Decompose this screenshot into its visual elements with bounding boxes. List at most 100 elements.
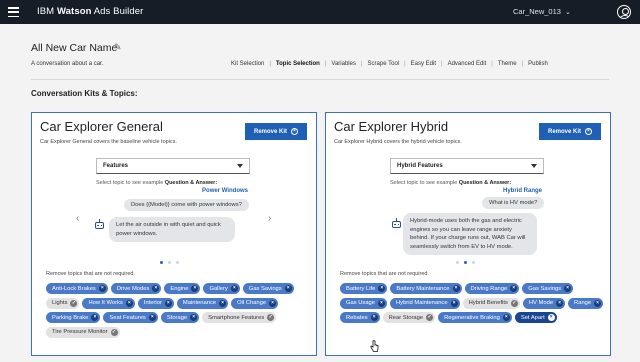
topic-chip[interactable]: Rear Storage ✓: [382, 312, 436, 323]
topic-chip-label: Gas Savings: [528, 285, 562, 292]
topic-chip[interactable]: Battery Life ×: [340, 283, 388, 294]
topic-chip[interactable]: Gallery ×: [203, 283, 240, 294]
hamburger-icon[interactable]: [8, 7, 19, 17]
topic-category-dropdown[interactable]: Features: [96, 158, 250, 174]
nav-variables[interactable]: Variables: [331, 61, 356, 67]
remove-topic-icon[interactable]: ×: [502, 314, 510, 321]
chevron-left-icon[interactable]: ‹: [76, 213, 79, 224]
topic-chip[interactable]: Gas Savings ×: [522, 283, 574, 294]
topic-chip[interactable]: Seat Features ×: [103, 312, 158, 323]
nav-publish[interactable]: Publish: [528, 61, 548, 67]
hand-cursor-icon: [370, 340, 379, 352]
topic-chip[interactable]: HV Mode ×: [522, 297, 566, 309]
checkmark-icon[interactable]: ✓: [426, 314, 434, 321]
topic-chip[interactable]: Storage ×: [160, 312, 200, 323]
remove-topic-icon[interactable]: ×: [556, 299, 564, 307]
remove-topic-icon[interactable]: ×: [164, 299, 172, 307]
topic-chip[interactable]: Maintenance ×: [176, 297, 229, 309]
bot-icon: [95, 219, 104, 229]
checkmark-icon[interactable]: ✓: [510, 299, 518, 307]
remove-topic-icon[interactable]: ×: [547, 314, 555, 321]
remove-topic-icon[interactable]: ×: [91, 314, 99, 321]
page-dot[interactable]: [160, 261, 163, 264]
topic-chip[interactable]: Hybrid Benefits ✓: [462, 297, 520, 309]
topic-chip[interactable]: Range ×: [568, 297, 604, 309]
topic-chips: Battery Life × Battery Maintenance × Driving…: [340, 283, 608, 323]
topic-chip[interactable]: Drive Modes ×: [110, 283, 162, 294]
remove-topic-icon[interactable]: ×: [190, 314, 198, 321]
topic-chip[interactable]: Regenerative Braking ×: [438, 312, 512, 323]
dropdown-value: Features: [103, 163, 129, 169]
checkmark-icon[interactable]: ✓: [70, 299, 78, 307]
remove-topic-icon[interactable]: ×: [191, 285, 199, 292]
remove-topic-icon[interactable]: ×: [594, 299, 602, 307]
remove-topic-icon[interactable]: ×: [148, 314, 156, 321]
kit-panel-hybrid: Car Explorer Hybrid Car Explorer Hybrid …: [325, 112, 611, 356]
topic-chip-label: Gallery: [209, 285, 228, 292]
nav-theme[interactable]: Theme: [498, 61, 517, 67]
wizard-nav: Kit Selection | Topic Selection | Variable…: [231, 61, 548, 67]
example-prompt: Select topic to see example Question & A…: [96, 180, 217, 186]
remove-kit-button[interactable]: Remove Kit ×: [245, 123, 307, 140]
topic-chip[interactable]: Set Apart ×: [514, 312, 557, 323]
topic-chip[interactable]: Hybrid Maintenance ×: [390, 297, 460, 309]
topic-chip[interactable]: Battery Maintenance ×: [390, 283, 462, 294]
topic-chip[interactable]: Anti-Lock Brakes ×: [46, 283, 108, 294]
topic-chip-label: Gas Usage: [346, 300, 375, 306]
remove-topic-icon[interactable]: ×: [152, 285, 160, 292]
brand-suffix: Ads Builder: [93, 6, 144, 17]
topic-category-dropdown[interactable]: Hybrid Features: [390, 158, 544, 174]
prompt-bold: Question & Answer:: [458, 180, 512, 186]
nav-separator: |: [404, 61, 406, 67]
nav-easy-edit[interactable]: Easy Edit: [411, 61, 436, 67]
chevron-right-icon[interactable]: ›: [268, 213, 271, 224]
remove-topic-icon[interactable]: ×: [378, 285, 386, 292]
checkmark-icon[interactable]: ✓: [267, 314, 275, 321]
remove-topic-icon[interactable]: ×: [450, 299, 458, 307]
topic-chip-label: HV Mode: [528, 300, 554, 306]
remove-topic-icon[interactable]: ×: [125, 299, 133, 307]
page-dot[interactable]: [472, 261, 475, 264]
page-dot[interactable]: [456, 261, 459, 264]
nav-advanced-edit[interactable]: Advanced Edit: [448, 61, 487, 67]
pencil-edit-icon[interactable]: ✎: [114, 42, 122, 53]
topic-chip[interactable]: How It Works ×: [82, 297, 135, 309]
topic-chip[interactable]: Gas Usage ×: [340, 297, 387, 309]
topic-chip-label: Hybrid Maintenance: [396, 300, 448, 306]
page-dot[interactable]: [168, 261, 171, 264]
page-dot[interactable]: [176, 261, 179, 264]
topic-chip-label: Interior: [143, 300, 162, 306]
remove-topic-icon[interactable]: ×: [510, 285, 518, 292]
user-avatar-icon[interactable]: [617, 5, 631, 19]
app-brand: IBM Watson Ads Builder: [37, 6, 143, 17]
remove-topic-icon[interactable]: ×: [370, 314, 378, 321]
checkmark-icon[interactable]: ✓: [110, 328, 118, 336]
topic-chip-label: Hybrid Benefits: [468, 300, 508, 306]
topic-chip[interactable]: Driving Range ×: [464, 283, 520, 294]
topic-chip[interactable]: Parking Brake ×: [46, 312, 101, 323]
topic-chip[interactable]: Tire Pressure Monitor ✓: [46, 326, 120, 338]
remove-topic-icon[interactable]: ×: [230, 285, 238, 292]
remove-topic-icon[interactable]: ×: [284, 285, 292, 292]
nav-scrape-tool[interactable]: Scrape Tool: [368, 61, 400, 67]
topic-chip[interactable]: Engine ×: [164, 283, 201, 294]
remove-topic-icon[interactable]: ×: [378, 299, 385, 307]
topic-chip[interactable]: Smartphone Features ✓: [202, 312, 277, 323]
nav-topic-selection[interactable]: Topic Selection: [276, 61, 320, 67]
car-selector[interactable]: Car_New_013 ⌄: [513, 7, 571, 16]
topic-chip[interactable]: Oil Change ×: [231, 297, 279, 309]
topic-chip[interactable]: Gas Savings ×: [242, 283, 294, 294]
topic-chip[interactable]: Lights ✓: [46, 297, 80, 309]
nav-kit-selection[interactable]: Kit Selection: [231, 61, 264, 67]
remove-kit-button[interactable]: Remove Kit ×: [539, 123, 601, 140]
remove-topic-icon[interactable]: ×: [564, 285, 572, 292]
remove-topic-icon[interactable]: ×: [98, 285, 106, 292]
page-title: All New Car Name: [31, 42, 118, 54]
topic-chip-label: Engine: [170, 285, 189, 292]
remove-topic-icon[interactable]: ×: [269, 299, 277, 307]
remove-topic-icon[interactable]: ×: [219, 299, 227, 307]
remove-topic-icon[interactable]: ×: [452, 285, 460, 292]
topic-chip[interactable]: Interior ×: [137, 297, 174, 309]
page-dot[interactable]: [464, 261, 467, 264]
topic-chip[interactable]: Rebates ×: [340, 312, 380, 323]
